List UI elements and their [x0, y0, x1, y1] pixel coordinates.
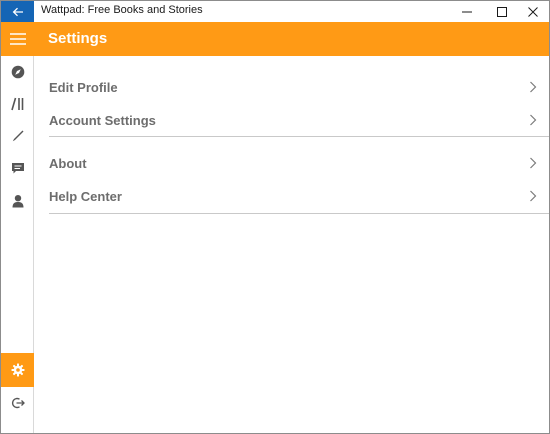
- nav-discover[interactable]: [1, 56, 34, 88]
- maximize-button[interactable]: [485, 1, 518, 22]
- close-button[interactable]: [516, 1, 549, 22]
- logout-icon: [11, 397, 25, 409]
- minimize-icon: [461, 11, 472, 12]
- account-settings-label: Account Settings: [49, 112, 156, 128]
- hamburger-icon: [9, 33, 26, 45]
- edit-profile-row[interactable]: Edit Profile: [49, 71, 549, 103]
- nav-messages[interactable]: [1, 152, 34, 184]
- app-window: Wattpad: Free Books and Stories Settings: [0, 0, 550, 434]
- edit-profile-label: Edit Profile: [49, 79, 118, 95]
- section-divider: [49, 136, 549, 137]
- menu-button[interactable]: [1, 22, 34, 56]
- settings-list: Edit Profile Account Settings About Help…: [34, 56, 549, 433]
- chevron-right-icon: [530, 81, 537, 93]
- window-title: Wattpad: Free Books and Stories: [41, 4, 203, 16]
- profile-icon: [12, 195, 23, 208]
- page-title: Settings: [48, 30, 108, 47]
- back-button[interactable]: [1, 1, 34, 22]
- nav-rail: [1, 56, 34, 433]
- messages-icon: [11, 163, 24, 174]
- nav-write[interactable]: [1, 120, 34, 152]
- title-bar: Wattpad: Free Books and Stories: [1, 1, 549, 22]
- nav-settings[interactable]: [1, 353, 34, 387]
- maximize-icon: [496, 6, 507, 17]
- section-divider: [49, 213, 549, 214]
- compass-icon: [11, 65, 24, 79]
- chevron-right-icon: [530, 157, 537, 169]
- library-icon: [10, 97, 23, 111]
- about-row[interactable]: About: [49, 147, 549, 179]
- chevron-right-icon: [530, 114, 537, 126]
- arrow-left-icon: [12, 7, 23, 16]
- app-header: Settings: [1, 22, 549, 56]
- about-label: About: [49, 155, 87, 171]
- help-center-row[interactable]: Help Center: [49, 180, 549, 212]
- nav-library[interactable]: [1, 88, 34, 120]
- minimize-button[interactable]: [450, 1, 483, 22]
- gear-icon: [11, 363, 24, 377]
- pencil-icon: [12, 130, 23, 142]
- account-settings-row[interactable]: Account Settings: [49, 104, 549, 136]
- chevron-right-icon: [530, 190, 537, 202]
- nav-logout[interactable]: [1, 387, 34, 419]
- nav-profile[interactable]: [1, 185, 34, 217]
- close-icon: [527, 6, 538, 17]
- help-center-label: Help Center: [49, 188, 122, 204]
